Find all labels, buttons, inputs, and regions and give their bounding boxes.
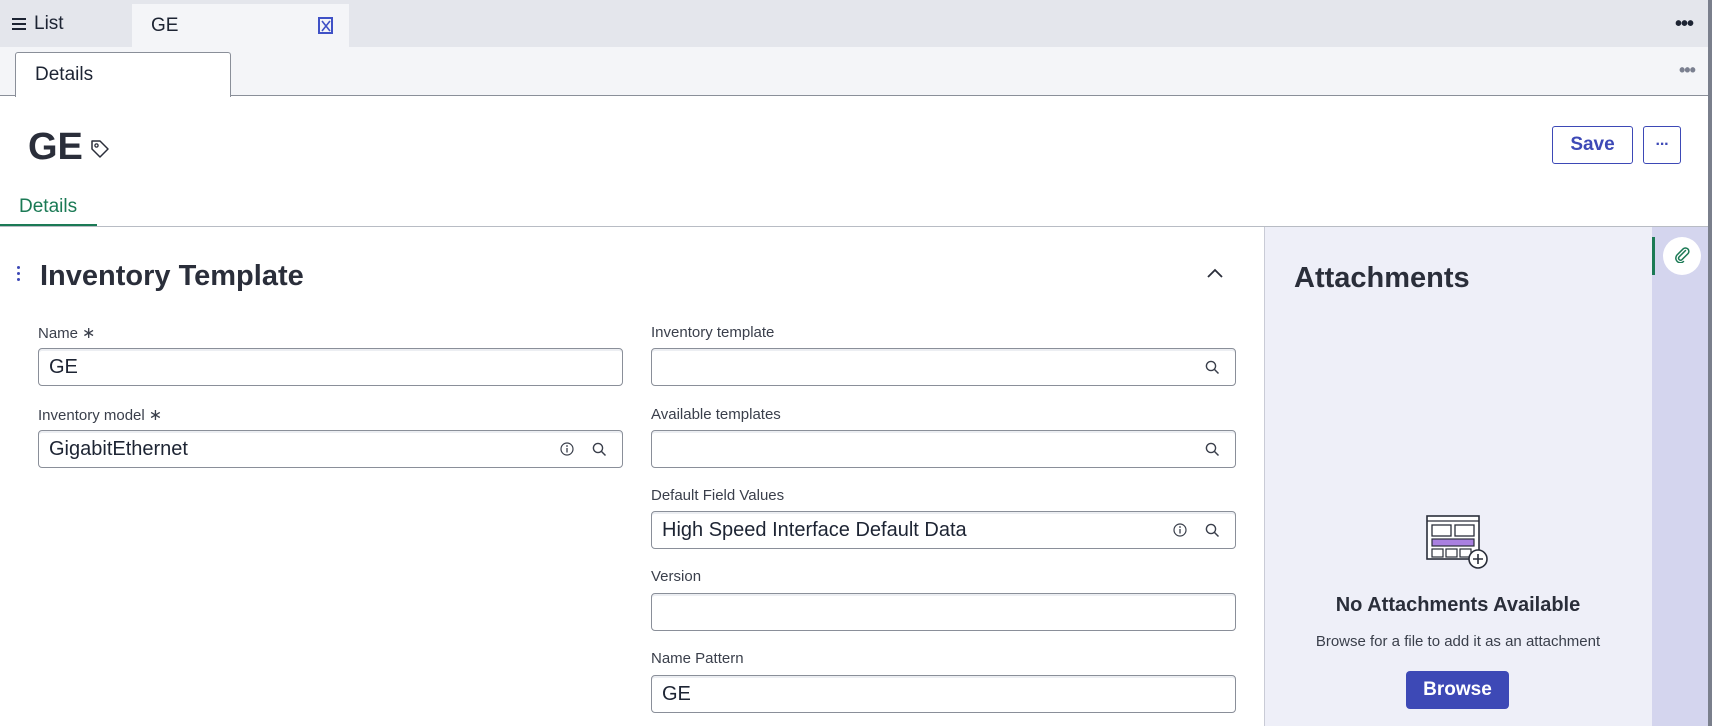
attachments-toggle-button[interactable] — [1663, 237, 1701, 275]
search-icon[interactable] — [1203, 440, 1221, 458]
available-templates-label: Available templates — [651, 406, 781, 423]
default-field-values-label: Default Field Values — [651, 487, 785, 504]
window-edge — [1708, 0, 1712, 726]
version-field[interactable] — [651, 593, 1236, 631]
search-icon[interactable] — [590, 440, 608, 458]
page-title: GE — [28, 126, 83, 168]
required-icon: ∗ — [82, 325, 96, 342]
strip-more-icon[interactable]: ••• — [1675, 13, 1694, 36]
info-icon[interactable] — [558, 440, 576, 458]
subtab-details-label: Details — [35, 64, 94, 85]
name-field-value: GE — [49, 355, 78, 378]
attachments-empty-title: No Attachments Available — [1335, 594, 1581, 616]
side-rail-active-indicator — [1652, 237, 1655, 275]
tab-details[interactable]: Details — [19, 196, 77, 218]
subtab-bar: Details ••• — [0, 47, 1712, 97]
default-field-values-field[interactable]: High Speed Interface Default Data — [651, 511, 1236, 549]
paperclip-icon — [1673, 245, 1691, 268]
inventory-model-value: GigabitEthernet — [49, 437, 188, 460]
attachments-empty-hint: Browse for a file to add it as an attach… — [1315, 633, 1601, 650]
search-icon[interactable] — [1203, 521, 1221, 539]
save-button[interactable]: Save — [1552, 126, 1633, 164]
attachments-title: Attachments — [1294, 262, 1470, 294]
info-icon[interactable] — [1171, 521, 1189, 539]
required-icon: ∗ — [148, 407, 163, 424]
more-actions-button[interactable]: ··· — [1643, 126, 1681, 164]
more-actions-icon: ··· — [1655, 136, 1670, 153]
drag-handle-icon[interactable] — [17, 266, 21, 284]
section-title: Inventory Template — [40, 260, 304, 292]
version-label: Version — [651, 568, 702, 585]
inventory-model-label: Inventory model ∗ — [38, 407, 163, 424]
tab-list[interactable]: List — [0, 0, 132, 47]
tab-strip: List GE ••• — [0, 0, 1712, 47]
name-field[interactable]: GE — [38, 348, 623, 386]
tag-icon[interactable] — [90, 139, 110, 164]
chevron-up-icon[interactable] — [1206, 266, 1224, 284]
subbar-more-icon[interactable]: ••• — [1679, 60, 1696, 81]
attachment-illustration-icon — [1426, 515, 1488, 576]
inventory-template-label: Inventory template — [651, 324, 775, 341]
close-icon[interactable] — [318, 17, 333, 34]
side-rail — [1652, 227, 1708, 726]
tab-list-label: List — [34, 12, 64, 34]
subtab-details[interactable]: Details — [15, 52, 231, 97]
name-pattern-value: GE — [662, 682, 691, 705]
inventory-template-field[interactable] — [651, 348, 1236, 386]
tab-record[interactable]: GE — [132, 4, 349, 47]
name-pattern-label: Name Pattern — [651, 650, 744, 667]
list-icon — [12, 17, 26, 30]
inventory-model-field[interactable]: GigabitEthernet — [38, 430, 623, 468]
available-templates-field[interactable] — [651, 430, 1236, 468]
default-field-values-value: High Speed Interface Default Data — [662, 518, 967, 541]
search-icon[interactable] — [1203, 358, 1221, 376]
browse-button[interactable]: Browse — [1406, 671, 1509, 709]
name-label: Name ∗ — [38, 325, 96, 342]
attachments-panel — [1264, 227, 1652, 726]
tab-record-label: GE — [151, 14, 179, 36]
name-pattern-field[interactable]: GE — [651, 675, 1236, 713]
